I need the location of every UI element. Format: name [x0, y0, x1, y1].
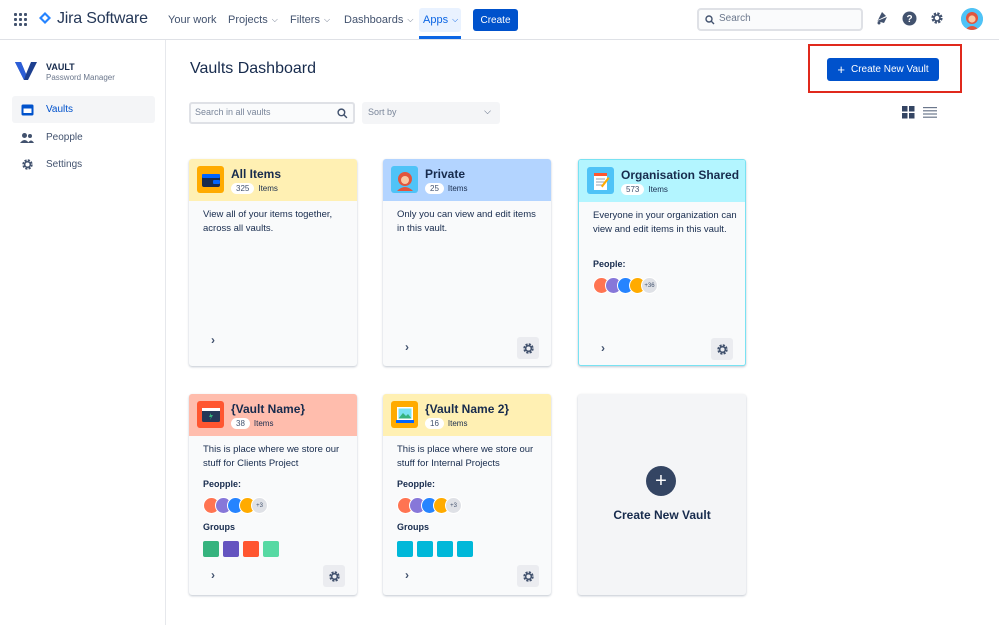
card-description: This is place where we store our stuff f…	[397, 444, 534, 469]
create-new-vault-button[interactable]: + Create New Vault	[827, 58, 939, 81]
card-header: Organisation Shared 573 Items	[579, 160, 745, 202]
people-avatars[interactable]: +36	[593, 277, 658, 294]
avatar-icon	[391, 166, 418, 193]
group-icon	[457, 541, 473, 557]
group-icons[interactable]	[203, 541, 283, 557]
vault-search-input[interactable]: Search in all vaults	[189, 102, 355, 124]
sidebar-item-vaults[interactable]: Vaults	[12, 96, 155, 123]
search-icon	[705, 15, 715, 25]
card-header: Private 25 Items	[383, 159, 551, 201]
group-icon	[223, 541, 239, 557]
card-header: {Vault Name 2} 16 Items	[383, 394, 551, 436]
group-icons[interactable]	[397, 541, 477, 557]
chevron-right-icon[interactable]: ›	[601, 341, 605, 355]
chevron-down-icon: ⌵	[323, 15, 331, 24]
vault-card-organisation-shared[interactable]: Organisation Shared 573 Items Everyone in…	[578, 159, 746, 366]
card-header: {Vault Name} 38 Items	[189, 394, 357, 436]
chevron-down-icon: ⌵	[271, 15, 278, 24]
vault-settings-gear-icon[interactable]	[323, 565, 345, 587]
create-new-vault-label: Create New Vault	[613, 508, 711, 522]
vault-card-vault-name-2[interactable]: {Vault Name 2} 16 Items This is place whe…	[383, 394, 551, 595]
brand-title: VAULT	[46, 62, 75, 72]
nav-dashboards[interactable]: Dashboards ⌵	[344, 0, 413, 40]
item-count: 25 Items	[425, 183, 467, 194]
jira-logo[interactable]: Jira Software	[38, 10, 148, 28]
people-avatars[interactable]: +3	[397, 497, 462, 514]
create-new-vault-card[interactable]: + Create New Vault	[578, 394, 746, 595]
user-avatar[interactable]	[961, 8, 983, 30]
brand-subtitle: Password Manager	[46, 73, 115, 82]
nav-apps[interactable]: Apps ⌵	[423, 0, 458, 40]
nav-projects[interactable]: Projects ⌵	[228, 0, 278, 40]
people-icon	[20, 131, 34, 145]
create-button[interactable]: Create	[473, 9, 518, 31]
groups-label: Groups	[397, 522, 430, 532]
item-count: 573 Items	[621, 184, 668, 195]
vault-logo-icon	[15, 62, 37, 80]
picture-frame-icon	[391, 401, 418, 428]
top-navigation-bar: Jira Software Your work Projects ⌵ Filter…	[0, 0, 999, 40]
grid-view-icon[interactable]	[902, 106, 915, 119]
vault-settings-gear-icon[interactable]	[517, 337, 539, 359]
chevron-right-icon[interactable]: ›	[405, 340, 409, 354]
sidebar-item-people[interactable]: Peopple	[12, 124, 155, 151]
list-view-icon[interactable]	[923, 107, 937, 118]
vault-settings-gear-icon[interactable]	[711, 338, 733, 360]
plus-circle-icon: +	[646, 466, 676, 496]
more-people-badge: +36	[641, 277, 658, 294]
nav-your-work[interactable]: Your work	[168, 0, 217, 40]
vault-icon	[20, 103, 34, 117]
group-icon	[437, 541, 453, 557]
people-avatars[interactable]: +3	[203, 497, 268, 514]
app-switcher-icon[interactable]	[14, 13, 28, 27]
card-description: Everyone in your organization can view a…	[593, 210, 737, 235]
search-icon	[337, 108, 348, 119]
group-icon	[243, 541, 259, 557]
card-description: View all of your items together, across …	[203, 209, 333, 234]
item-count: 325 Items	[231, 183, 278, 194]
jira-diamond-icon	[39, 12, 51, 24]
notification-bell-icon[interactable]	[875, 11, 889, 25]
product-name: Jira Software	[57, 10, 148, 27]
chevron-right-icon[interactable]: ›	[405, 568, 409, 582]
browser-window-icon	[197, 401, 224, 428]
people-label: Peopple:	[397, 479, 436, 489]
settings-gear-icon[interactable]	[930, 11, 944, 25]
notepad-icon	[587, 167, 614, 194]
vault-card-all-items[interactable]: All Items 325 Items View all of your item…	[189, 159, 357, 366]
more-people-badge: +3	[445, 497, 462, 514]
vault-settings-gear-icon[interactable]	[517, 565, 539, 587]
chevron-down-icon: ⌵	[407, 15, 414, 24]
card-description: Only you can view and edit items in this…	[397, 209, 536, 234]
chevron-right-icon[interactable]: ›	[211, 568, 215, 582]
svg-text:?: ?	[906, 14, 912, 25]
group-icon	[203, 541, 219, 557]
chevron-right-icon[interactable]: ›	[211, 333, 215, 347]
page-title: Vaults Dashboard	[190, 60, 316, 77]
help-icon[interactable]: ?	[902, 11, 917, 26]
sidebar-item-settings[interactable]: Settings	[12, 151, 155, 178]
global-search-input[interactable]: Search	[697, 8, 863, 31]
sidebar: VAULT Password Manager Vaults Peopple Se…	[0, 40, 166, 625]
more-people-badge: +3	[251, 497, 268, 514]
vault-card-private[interactable]: Private 25 Items Only you can view and ed…	[383, 159, 551, 366]
groups-label: Groups	[203, 522, 236, 532]
sort-by-select[interactable]: Sort by ⌵	[362, 102, 500, 124]
wallet-icon	[197, 166, 224, 193]
group-icon	[417, 541, 433, 557]
item-count: 38 Items	[231, 418, 273, 429]
item-count: 16 Items	[425, 418, 467, 429]
people-label: People:	[593, 259, 626, 269]
people-label: Peopple:	[203, 479, 242, 489]
card-header: All Items 325 Items	[189, 159, 357, 201]
chevron-down-icon: ⌵	[484, 106, 491, 116]
vault-card-vault-name[interactable]: {Vault Name} 38 Items This is place where…	[189, 394, 357, 595]
nav-filters[interactable]: Filters ⌵	[290, 0, 330, 40]
card-description: This is place where we store our stuff f…	[203, 444, 340, 469]
group-icon	[397, 541, 413, 557]
gear-icon	[20, 158, 34, 172]
chevron-down-icon: ⌵	[452, 15, 459, 24]
group-icon	[263, 541, 279, 557]
plus-icon: +	[837, 62, 845, 77]
